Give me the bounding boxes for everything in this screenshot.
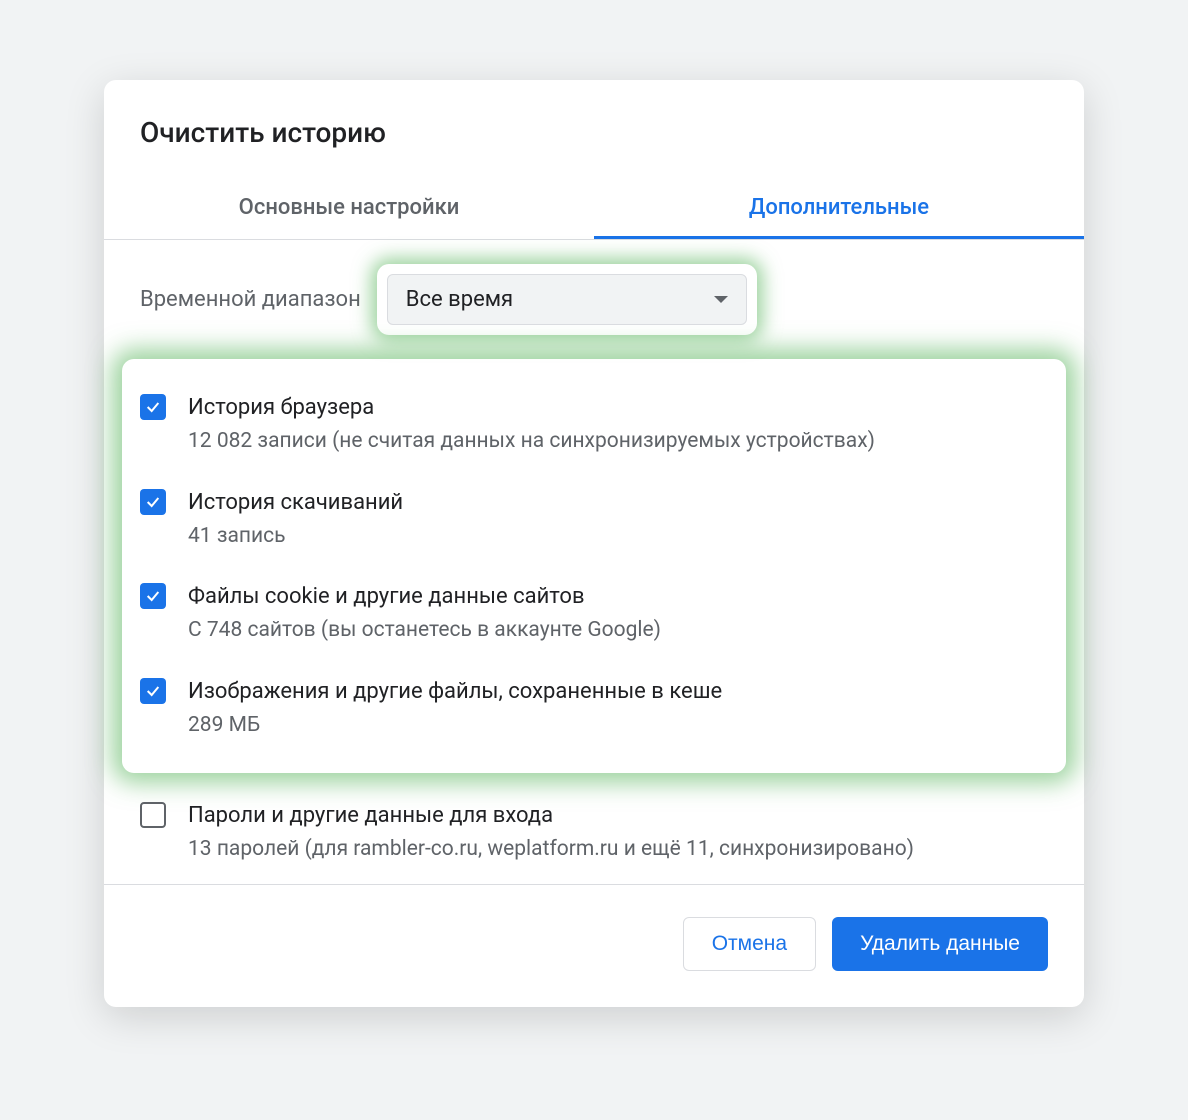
- checkbox-passwords[interactable]: [140, 802, 166, 828]
- option-row-download-history[interactable]: История скачиваний 41 запись: [140, 472, 1048, 567]
- option-row-cookies[interactable]: Файлы cookie и другие данные сайтов С 74…: [140, 566, 1048, 661]
- check-icon: [145, 399, 161, 415]
- option-row-passwords[interactable]: Пароли и другие данные для входа 13 паро…: [104, 785, 1084, 880]
- checkbox-download-history[interactable]: [140, 489, 166, 515]
- time-range-select[interactable]: Все время: [387, 274, 747, 325]
- option-subtitle: 13 паролей (для rambler-co.ru, weplatfor…: [188, 834, 1048, 866]
- dialog-title: Очистить историю: [104, 80, 1084, 177]
- time-range-label: Временной диапазон: [140, 287, 361, 312]
- option-subtitle: 12 082 записи (не считая данных на синхр…: [188, 426, 1048, 458]
- clear-history-dialog: Очистить историю Основные настройки Допо…: [104, 80, 1084, 1007]
- tab-advanced[interactable]: Дополнительные: [594, 177, 1084, 239]
- time-range-highlight: Все время: [377, 264, 757, 335]
- option-title: История браузера: [188, 391, 1048, 424]
- option-row-browsing-history[interactable]: История браузера 12 082 записи (не счита…: [140, 377, 1048, 472]
- check-icon: [145, 683, 161, 699]
- chevron-down-icon: [714, 296, 728, 303]
- option-subtitle: 41 запись: [188, 521, 1048, 553]
- option-row-cached-images[interactable]: Изображения и другие файлы, сохраненные …: [140, 661, 1048, 756]
- time-range-row: Временной диапазон Все время: [104, 240, 1084, 359]
- delete-data-button[interactable]: Удалить данные: [832, 917, 1048, 971]
- check-icon: [145, 588, 161, 604]
- options-highlight: История браузера 12 082 записи (не счита…: [122, 359, 1066, 773]
- checkbox-browsing-history[interactable]: [140, 394, 166, 420]
- time-range-value: Все время: [406, 287, 513, 312]
- option-title: Изображения и другие файлы, сохраненные …: [188, 675, 1048, 708]
- option-title: Файлы cookie и другие данные сайтов: [188, 580, 1048, 613]
- checkbox-cached-images[interactable]: [140, 678, 166, 704]
- tabs: Основные настройки Дополнительные: [104, 177, 1084, 240]
- option-subtitle: С 748 сайтов (вы останетесь в аккаунте G…: [188, 615, 1048, 647]
- check-icon: [145, 494, 161, 510]
- checkbox-cookies[interactable]: [140, 583, 166, 609]
- option-subtitle: 289 МБ: [188, 710, 1048, 742]
- cancel-button[interactable]: Отмена: [683, 917, 816, 971]
- option-title: Пароли и другие данные для входа: [188, 799, 1048, 832]
- tab-basic[interactable]: Основные настройки: [104, 177, 594, 239]
- option-title: История скачиваний: [188, 486, 1048, 519]
- dialog-footer: Отмена Удалить данные: [104, 885, 1084, 1007]
